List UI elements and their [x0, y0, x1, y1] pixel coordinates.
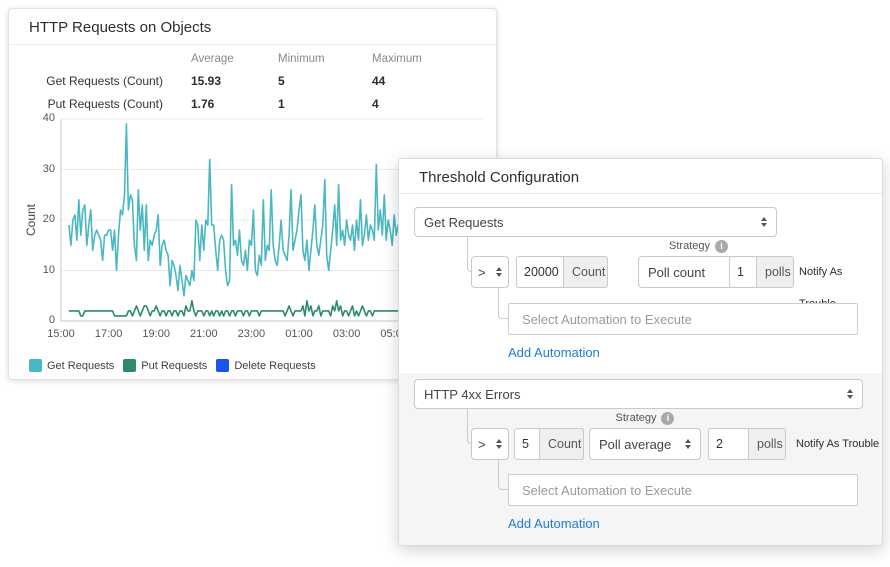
strategy-label: Strategy [616, 412, 657, 424]
polls-group: polls [729, 256, 794, 288]
metric-select-http-4xx-errors[interactable]: HTTP 4xx Errors [414, 379, 863, 409]
x-tick-label: 17:00 [95, 328, 123, 340]
updown-arrows-icon [496, 439, 502, 449]
info-icon[interactable]: i [661, 412, 674, 425]
x-tick-label: 01:00 [285, 328, 313, 340]
legend-swatch-icon [29, 359, 42, 372]
polls-count-input[interactable] [708, 428, 748, 460]
strategy-label-row: Strategy i [638, 239, 759, 253]
connector-line [498, 288, 508, 319]
legend-item[interactable]: Get Requests [29, 359, 114, 372]
panel-divider [399, 193, 882, 194]
threshold-value-input[interactable] [514, 428, 539, 460]
updown-arrows-icon [761, 217, 767, 227]
threshold-configuration-panel: Threshold Configuration Get Requests > C… [398, 158, 883, 546]
condition-operator-select[interactable]: > [471, 256, 509, 288]
select-automation-box[interactable]: Select Automation to Execute [508, 474, 858, 506]
polls-group: polls [708, 428, 786, 460]
updown-arrows-icon [685, 439, 691, 449]
metric-select-value: Get Requests [424, 215, 504, 230]
metric-select-get-requests[interactable]: Get Requests [414, 207, 777, 237]
legend-label: Put Requests [141, 360, 207, 372]
add-automation-link[interactable]: Add Automation [508, 516, 600, 531]
threshold-unit-addon: Count [539, 428, 584, 460]
legend-swatch-icon [123, 359, 136, 372]
legend-label: Get Requests [47, 360, 114, 372]
add-automation-link[interactable]: Add Automation [508, 345, 600, 360]
chart-legend: Get Requests Put Requests Delete Requests [29, 359, 316, 372]
select-automation-placeholder: Select Automation to Execute [522, 483, 692, 498]
notify-as-trouble-label: Notify As Trouble [799, 256, 882, 288]
select-automation-placeholder: Select Automation to Execute [522, 312, 692, 327]
threshold-value-group: Count [514, 428, 584, 460]
info-icon[interactable]: i [715, 240, 728, 253]
x-tick-label: 23:00 [238, 328, 266, 340]
legend-item[interactable]: Put Requests [123, 359, 207, 372]
threshold-unit-addon: Count [563, 256, 608, 288]
y-tick-label: 0 [9, 314, 55, 326]
panel-title: Threshold Configuration [419, 169, 579, 186]
updown-arrows-icon [496, 267, 502, 277]
series-line [69, 301, 418, 316]
y-tick-label: 10 [9, 264, 55, 276]
condition-operator-value: > [478, 265, 486, 280]
metric-select-value: HTTP 4xx Errors [424, 387, 521, 402]
strategy-select[interactable]: Poll average [589, 428, 701, 460]
threshold-value-input[interactable] [516, 256, 563, 288]
x-tick-label: 21:00 [190, 328, 218, 340]
x-tick-label: 19:00 [142, 328, 170, 340]
polls-unit-addon: polls [748, 428, 786, 460]
strategy-label-row: Strategy i [589, 411, 701, 425]
polls-unit-addon: polls [756, 256, 794, 288]
legend-item[interactable]: Delete Requests [216, 359, 315, 372]
legend-label: Delete Requests [234, 360, 315, 372]
threshold-value-group: Count [516, 256, 608, 288]
y-tick-label: 40 [9, 112, 55, 124]
y-tick-label: 30 [9, 163, 55, 175]
condition-operator-value: > [478, 437, 486, 452]
strategy-select-value: Poll average [599, 437, 671, 452]
x-tick-label: 15:00 [47, 328, 75, 340]
legend-swatch-icon [216, 359, 229, 372]
strategy-label: Strategy [669, 240, 710, 252]
strategy-select-value: Poll count [648, 265, 705, 280]
notify-as-trouble-label: Notify As Trouble [796, 428, 879, 460]
connector-line [498, 460, 508, 490]
updown-arrows-icon [847, 389, 853, 399]
page: HTTP Requests on Objects Average Minimum… [0, 0, 890, 567]
select-automation-box[interactable]: Select Automation to Execute [508, 303, 858, 335]
polls-count-input[interactable] [729, 256, 756, 288]
y-tick-label: 20 [9, 213, 55, 225]
condition-operator-select[interactable]: > [471, 428, 509, 460]
x-tick-label: 03:00 [333, 328, 361, 340]
